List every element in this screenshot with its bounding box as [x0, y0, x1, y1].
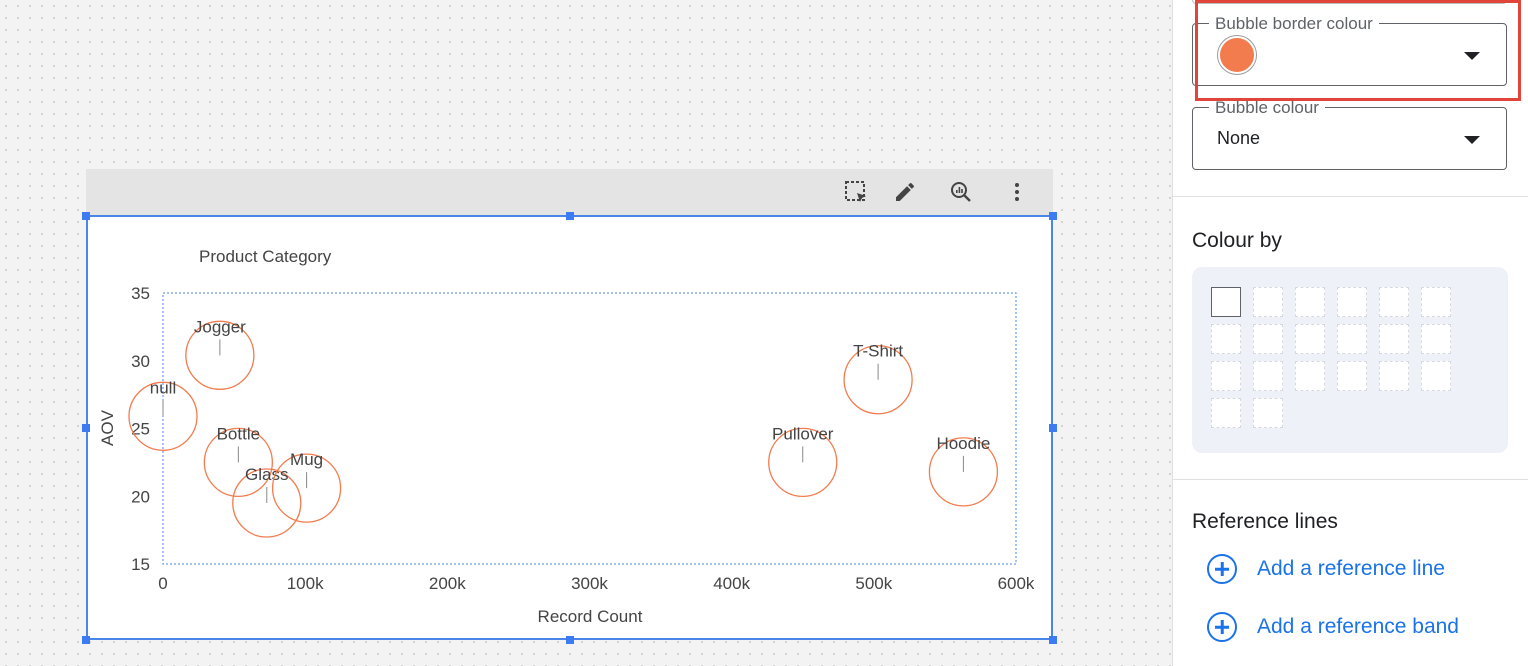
bubble-label: null [150, 378, 176, 397]
palette-swatch[interactable] [1337, 361, 1367, 391]
divider [1173, 196, 1528, 197]
palette-swatch[interactable] [1337, 287, 1367, 317]
palette-swatch[interactable] [1253, 324, 1283, 354]
bubble-label: Pullover [772, 424, 834, 443]
bubble-label: T-Shirt [853, 342, 903, 361]
palette-swatch[interactable] [1295, 324, 1325, 354]
palette-swatch[interactable] [1253, 287, 1283, 317]
bubble-border-colour-select[interactable]: Bubble border colour [1192, 14, 1507, 86]
x-tick-label: 200k [429, 574, 466, 593]
palette-swatch[interactable] [1421, 361, 1451, 391]
chart-plot: Product Category Record Count AOV 15 20 25… [98, 247, 1035, 626]
palette-swatch[interactable] [1253, 361, 1283, 391]
colour-swatch [1218, 36, 1256, 74]
y-tick-label: 30 [131, 352, 150, 371]
add-circle-icon [1207, 612, 1237, 642]
bubble-label: Bottle [217, 424, 260, 443]
x-tick-label: 600k [998, 574, 1035, 593]
add-reference-line-label: Add a reference line [1257, 557, 1445, 580]
divider [1173, 479, 1528, 480]
y-axis-label: AOV [98, 409, 117, 446]
bubble-label: Hoodie [936, 434, 990, 453]
palette-swatch[interactable] [1211, 287, 1241, 317]
bubble-colour-select[interactable]: Bubble colour None [1192, 98, 1507, 170]
chevron-down-icon [1464, 52, 1480, 60]
colour-by-palette [1192, 267, 1508, 453]
palette-swatch[interactable] [1253, 398, 1283, 428]
previous-field [1192, 0, 1507, 4]
y-tick-label: 35 [131, 284, 150, 303]
palette-swatch[interactable] [1379, 361, 1409, 391]
chevron-down-icon [1464, 136, 1480, 144]
palette-swatch[interactable] [1421, 287, 1451, 317]
bubble-label: Mug [290, 450, 323, 469]
bubbles: Jogger null Bottle GlassMug T-Shirt Pullover H… [128, 317, 999, 538]
x-tick-label: 500k [855, 574, 892, 593]
y-ticks: 15 20 25 30 35 [131, 284, 150, 574]
x-tick-label: 300k [571, 574, 608, 593]
x-axis-label: Record Count [538, 607, 643, 626]
style-panel: Bubble border colour Bubble colour None … [1172, 0, 1528, 666]
reference-lines-title: Reference lines [1192, 510, 1338, 533]
x-tick-label: 0 [158, 574, 167, 593]
add-reference-band-button[interactable]: Add a reference band [1207, 612, 1459, 642]
bubble-colour-value: None [1217, 128, 1261, 148]
y-tick-label: 15 [131, 555, 150, 574]
x-ticks: 0 100k 200k 300k 400k 500k 600k [158, 574, 1035, 593]
palette-swatch[interactable] [1379, 287, 1409, 317]
palette-swatch[interactable] [1295, 361, 1325, 391]
add-circle-icon [1207, 554, 1237, 584]
palette-swatch[interactable] [1211, 361, 1241, 391]
bubble-border-colour-label: Bubble border colour [1209, 14, 1379, 34]
palette-swatch[interactable] [1211, 398, 1241, 428]
bubble-label: Glass [245, 465, 288, 484]
palette-swatch[interactable] [1211, 324, 1241, 354]
palette-swatch[interactable] [1421, 324, 1451, 354]
plot-area [162, 292, 1017, 565]
add-reference-line-button[interactable]: Add a reference line [1207, 554, 1445, 584]
y-tick-label: 20 [131, 487, 150, 506]
palette-swatch[interactable] [1379, 324, 1409, 354]
add-reference-band-label: Add a reference band [1257, 615, 1459, 638]
palette-swatch[interactable] [1295, 287, 1325, 317]
bubble-colour-label: Bubble colour [1209, 98, 1325, 118]
x-tick-label: 400k [713, 574, 750, 593]
chart-title: Product Category [199, 247, 332, 266]
colour-by-title: Colour by [1192, 229, 1282, 252]
x-tick-label: 100k [287, 574, 324, 593]
y-tick-label: 25 [131, 420, 150, 439]
palette-swatch[interactable] [1337, 324, 1367, 354]
bubble-label: Jogger [194, 317, 246, 336]
